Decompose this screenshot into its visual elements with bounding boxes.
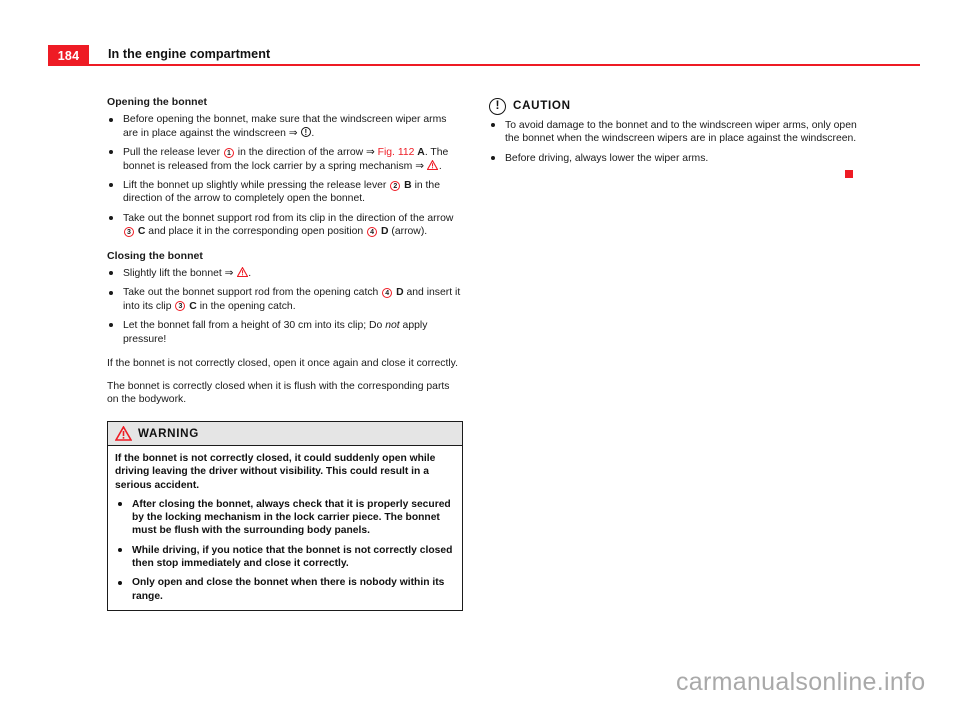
warning-triangle-icon: [114, 425, 133, 441]
paragraph-not-closed: If the bonnet is not correctly closed, o…: [107, 358, 458, 370]
warning-box-body: If the bonnet is not correctly closed, i…: [108, 446, 462, 610]
caution-circle-exclamation-icon: !: [489, 97, 506, 115]
list-item-text: Take out the bonnet support rod from the…: [123, 287, 382, 299]
bullet-dot-icon: [109, 216, 113, 221]
caution-block-title: CAUTION: [513, 99, 571, 113]
list-item-text: Pull the release lever: [123, 147, 223, 159]
list-item-text: To avoid damage to the bonnet and to the…: [505, 120, 857, 145]
sentence-period: .: [438, 160, 442, 172]
callout-number-3: 3: [124, 226, 134, 237]
list-item-text: Before opening the bonnet, make sure tha…: [123, 114, 447, 139]
page-header: 184 In the engine compartment: [0, 0, 960, 80]
list-item-text: Only open and close the bonnet when ther…: [132, 577, 445, 602]
callout-number-4: 4: [367, 226, 378, 237]
list-item: Take out the bonnet support rod from its…: [107, 212, 463, 239]
list-item-text: and place it in the corresponding open p…: [145, 226, 367, 238]
bullet-dot-icon: [109, 150, 113, 155]
warning-callout-box: WARNING If the bonnet is not correctly c…: [107, 421, 463, 611]
list-item: After closing the bonnet, always check t…: [115, 498, 455, 538]
bullet-dot-icon: [109, 271, 113, 276]
figure-cross-reference[interactable]: Fig. 112: [378, 147, 415, 158]
warning-triangle-icon: [427, 159, 439, 170]
list-item-text: While driving, if you notice that the bo…: [132, 544, 453, 570]
callout-letter-b: B: [404, 180, 412, 192]
page-title: In the engine compartment: [108, 47, 271, 61]
list-item: Lift the bonnet up slightly while pressi…: [107, 179, 463, 206]
callout-number-1: 1: [223, 147, 234, 158]
list-item: Pull the release lever 1 in the directio…: [107, 146, 463, 173]
callout-number-3: 3: [175, 301, 186, 312]
sentence-period: .: [311, 127, 315, 139]
heading-opening-the-bonnet: Opening the bonnet: [107, 96, 208, 108]
list-item: While driving, if you notice that the bo…: [115, 544, 455, 571]
caution-block-header: ! CAUTION: [489, 96, 864, 116]
emphasis-not: not: [385, 320, 400, 332]
header-rule-divider: [89, 64, 920, 66]
callout-number-2: 2: [390, 180, 401, 191]
list-item-text: Slightly lift the bonnet ⇒: [123, 268, 237, 280]
list-item: Let the bonnet fall from a height of 30 …: [107, 319, 463, 346]
bullet-dot-icon: [118, 580, 122, 585]
heading-closing-the-bonnet: Closing the bonnet: [107, 249, 203, 262]
warning-box-title: WARNING: [138, 427, 199, 440]
list-item-text: (arrow).: [388, 226, 428, 238]
bullet-dot-icon: [118, 547, 122, 552]
list-item-text: After closing the bonnet, always check t…: [132, 498, 451, 537]
bullet-dot-icon: [109, 290, 113, 295]
warning-intro-paragraph: If the bonnet is not correctly closed, i…: [115, 453, 436, 491]
section-end-marker: [845, 170, 853, 178]
caution-circle-icon: !: [300, 127, 311, 138]
callout-number-4: 4: [382, 287, 393, 298]
list-item: Only open and close the bonnet when ther…: [115, 576, 455, 603]
list-item-text: Take out the bonnet support rod from its…: [123, 212, 454, 224]
list-item-text: Before driving, always lower the wiper a…: [505, 152, 709, 164]
left-text-column: Opening the bonnet Before opening the bo…: [107, 96, 463, 415]
bullet-dot-icon: [109, 183, 113, 188]
paragraph-correctly-closed: The bonnet is correctly closed when it i…: [107, 380, 450, 405]
warning-box-header: WARNING: [108, 422, 462, 446]
bullet-dot-icon: [109, 117, 113, 122]
list-item-text: in the opening catch.: [196, 300, 296, 312]
site-watermark: carmanualsonline.info: [676, 668, 926, 696]
bullet-dot-icon: [491, 156, 495, 160]
callout-letter-a: A: [417, 147, 425, 159]
sentence-period: .: [248, 268, 252, 280]
list-item: Before opening the bonnet, make sure tha…: [107, 113, 463, 140]
bullet-dot-icon: [109, 323, 113, 328]
list-item-text: Lift the bonnet up slightly while pressi…: [123, 180, 390, 192]
callout-letter-c: C: [189, 300, 197, 312]
bullet-dot-icon: [491, 123, 495, 128]
page-number-badge: 184: [48, 45, 89, 66]
list-item-text: Let the bonnet fall from a height of 30 …: [123, 320, 386, 332]
bullet-dot-icon: [118, 502, 122, 507]
list-item: Before driving, always lower the wiper a…: [489, 152, 864, 165]
list-item: Take out the bonnet support rod from the…: [107, 286, 463, 313]
right-text-column: ! CAUTION To avoid damage to the bonnet …: [489, 96, 864, 171]
list-item-text: in the direction of the arrow ⇒: [234, 147, 378, 159]
list-item: To avoid damage to the bonnet and to the…: [489, 119, 864, 146]
callout-letter-d: D: [396, 287, 404, 299]
warning-triangle-icon: [236, 267, 248, 278]
list-item: Slightly lift the bonnet ⇒ .: [107, 267, 463, 280]
